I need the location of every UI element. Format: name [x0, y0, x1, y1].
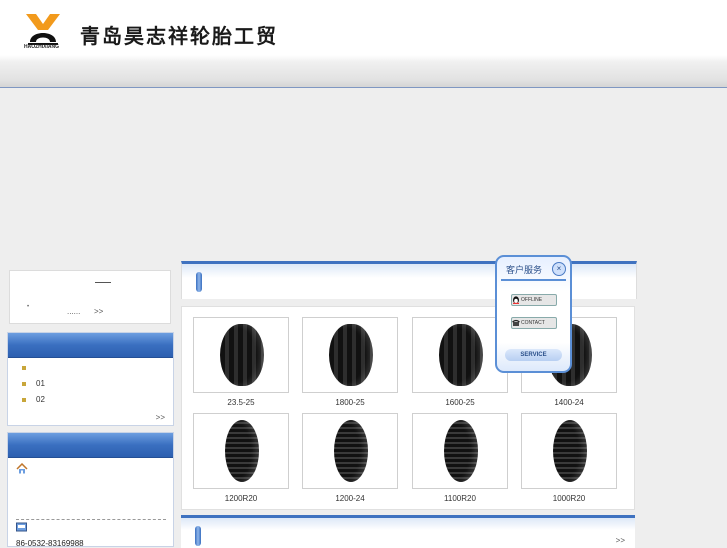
divider [501, 279, 566, 281]
home-icon [16, 463, 28, 474]
phone-number: 86-0532-83169988 [16, 539, 84, 548]
category-header [8, 333, 173, 358]
bullet-icon [22, 381, 26, 386]
product-caption[interactable]: 1000R20 [521, 494, 617, 503]
news-panel: • ...... >> [9, 270, 171, 324]
section2-more-link[interactable]: >> [616, 536, 625, 545]
customer-service-widget: 客户服务 × OFFLINE CONTACT SERVICE [495, 255, 572, 373]
product-card[interactable]: 1200R20 [193, 413, 289, 503]
product-caption[interactable]: 1600-25 [412, 398, 508, 407]
product-card[interactable]: 23.5-25 [193, 317, 289, 407]
product-image[interactable] [412, 413, 508, 489]
contact-button[interactable]: CONTACT [511, 317, 557, 329]
news-title-rule [95, 282, 111, 283]
product-image[interactable] [521, 413, 617, 489]
product-caption[interactable]: 1200-24 [302, 494, 398, 503]
product-image[interactable] [302, 317, 398, 393]
site-header: HAOZHIXIANG 青岛昊志祥轮胎工贸 [0, 0, 727, 88]
tire-image [225, 420, 259, 482]
product-image[interactable] [412, 317, 508, 393]
contact-panel: 86-0532-83169988 [7, 432, 174, 548]
product-card[interactable]: 1000R20 [521, 413, 617, 503]
news-item[interactable]: ...... [67, 307, 80, 316]
tire-image [329, 324, 373, 386]
product-caption[interactable]: 23.5-25 [193, 398, 289, 407]
product-caption[interactable]: 1800-25 [302, 398, 398, 407]
close-icon[interactable]: × [552, 262, 566, 276]
product-image[interactable] [193, 413, 289, 489]
logo-text: HAOZHIXIANG [24, 44, 59, 50]
header-pill-icon [195, 526, 201, 546]
tire-image [220, 324, 264, 386]
divider [16, 519, 166, 520]
service-button[interactable]: SERVICE [505, 349, 562, 361]
category-more-link[interactable]: >> [156, 413, 165, 422]
penguin-icon [513, 296, 519, 304]
category-item[interactable]: 02 [22, 395, 45, 404]
product-caption[interactable]: 1400-24 [521, 398, 617, 407]
tire-image [439, 324, 483, 386]
category-item[interactable]: 01 [22, 379, 45, 388]
phone-icon [512, 319, 520, 326]
bullet-icon [22, 365, 26, 370]
product-image[interactable] [302, 413, 398, 489]
product-card[interactable]: 1600-25 [412, 317, 508, 407]
customer-service-title: 客户服务 [506, 266, 543, 276]
product-card[interactable]: 1200-24 [302, 413, 398, 503]
section2-header: >> [181, 515, 635, 548]
product-card[interactable]: 1100R20 [412, 413, 508, 503]
product-card[interactable]: 1800-25 [302, 317, 398, 407]
news-bullet: • [27, 304, 30, 310]
company-name[interactable]: 青岛昊志祥轮胎工贸 [80, 20, 278, 49]
product-image[interactable] [193, 317, 289, 393]
header-pill-icon [196, 272, 202, 292]
phone-icon [16, 522, 27, 532]
product-caption[interactable]: 1200R20 [193, 494, 289, 503]
offline-button[interactable]: OFFLINE [511, 294, 557, 306]
tire-image [553, 420, 587, 482]
tire-image [444, 420, 478, 482]
tire-image [334, 420, 368, 482]
category-item[interactable] [22, 363, 36, 372]
category-panel: 01 02 >> [7, 332, 174, 426]
bullet-icon [22, 397, 26, 402]
contact-header [8, 433, 173, 458]
news-more-link[interactable]: >> [94, 307, 103, 316]
product-caption[interactable]: 1100R20 [412, 494, 508, 503]
